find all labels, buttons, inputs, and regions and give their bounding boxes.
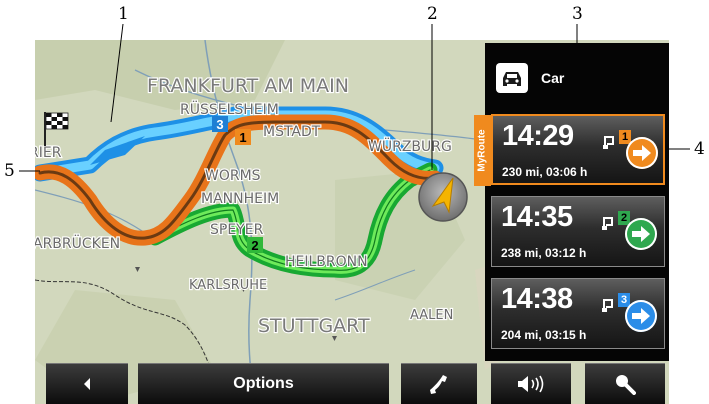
map-label-darmstadt: MSTADT	[263, 124, 321, 140]
callout-5: 5	[4, 161, 15, 181]
map-label-aalen: AALEN	[410, 308, 453, 323]
phone-icon	[430, 375, 447, 394]
arrow-right-icon	[625, 300, 657, 332]
flag-icon	[602, 217, 613, 230]
map-label-frankfurt: FRANKFURT AM MAIN	[147, 75, 349, 97]
route-2-arrival-time: 14:35	[501, 201, 573, 233]
back-button[interactable]	[46, 363, 128, 404]
back-icon	[84, 378, 90, 390]
route-3-arrival-time: 14:38	[501, 283, 573, 315]
route-2-button[interactable]: 14:35 2 238 mi, 03:12 h	[491, 196, 665, 267]
map-label-stuttgart: STUTTGART	[258, 315, 370, 337]
callout-4: 4	[694, 139, 705, 159]
route-1-badge-label: 1	[239, 130, 246, 145]
volume-button[interactable]	[491, 363, 571, 404]
route-1-button[interactable]: 14:29 1 230 mi, 03:06 h	[491, 114, 665, 185]
map-label-heilbronn: HEILBRONN	[285, 254, 368, 270]
route-3-badge-label: 3	[216, 117, 223, 132]
arrow-right-icon	[625, 218, 657, 250]
callout-2: 2	[427, 4, 438, 24]
myroute-tab: MyRoute	[474, 115, 491, 186]
map-label-trier: RIER	[35, 145, 62, 161]
phone-button[interactable]	[401, 363, 477, 404]
route-3-button[interactable]: 14:38 3 204 mi, 03:15 h	[491, 278, 665, 349]
route-3-info: 204 mi, 03:15 h	[501, 328, 587, 342]
map-label-worms: WORMS	[205, 168, 261, 184]
bottom-toolbar: Options	[35, 361, 669, 404]
myroute-label: MyRoute	[477, 129, 489, 172]
route-1-info: 230 mi, 03:06 h	[502, 165, 588, 179]
callout-1: 1	[118, 4, 129, 24]
vehicle-label: Car	[541, 70, 565, 86]
flag-icon	[602, 299, 613, 312]
route-2-info: 238 mi, 03:12 h	[501, 246, 587, 260]
position-arrow-icon	[418, 172, 468, 222]
map-label-saarbruecken: ARBRÜCKEN	[35, 234, 120, 252]
volume-icon	[518, 375, 544, 393]
vehicle-selector[interactable]: Car	[496, 63, 564, 93]
flag-icon	[603, 136, 614, 149]
arrow-right-icon	[626, 137, 658, 169]
car-icon	[496, 63, 528, 93]
map-label-karlsruhe: KARLSRUHE	[189, 278, 267, 293]
search-button[interactable]	[585, 363, 665, 404]
search-icon	[616, 375, 636, 395]
map-label-ruesselsheim: RÜSSELSHEIM	[180, 100, 279, 118]
map-label-mannheim: MANNHEIM	[201, 191, 279, 207]
route-1-arrival-time: 14:29	[502, 120, 574, 152]
callout-3: 3	[572, 4, 583, 24]
route-2-badge-label: 2	[251, 238, 258, 253]
map-label-wuerzburg: WÜRZBURG	[368, 137, 452, 155]
options-button[interactable]: Options	[138, 363, 389, 404]
options-label: Options	[233, 375, 294, 392]
map-label-speyer: SPEYER	[210, 222, 264, 238]
